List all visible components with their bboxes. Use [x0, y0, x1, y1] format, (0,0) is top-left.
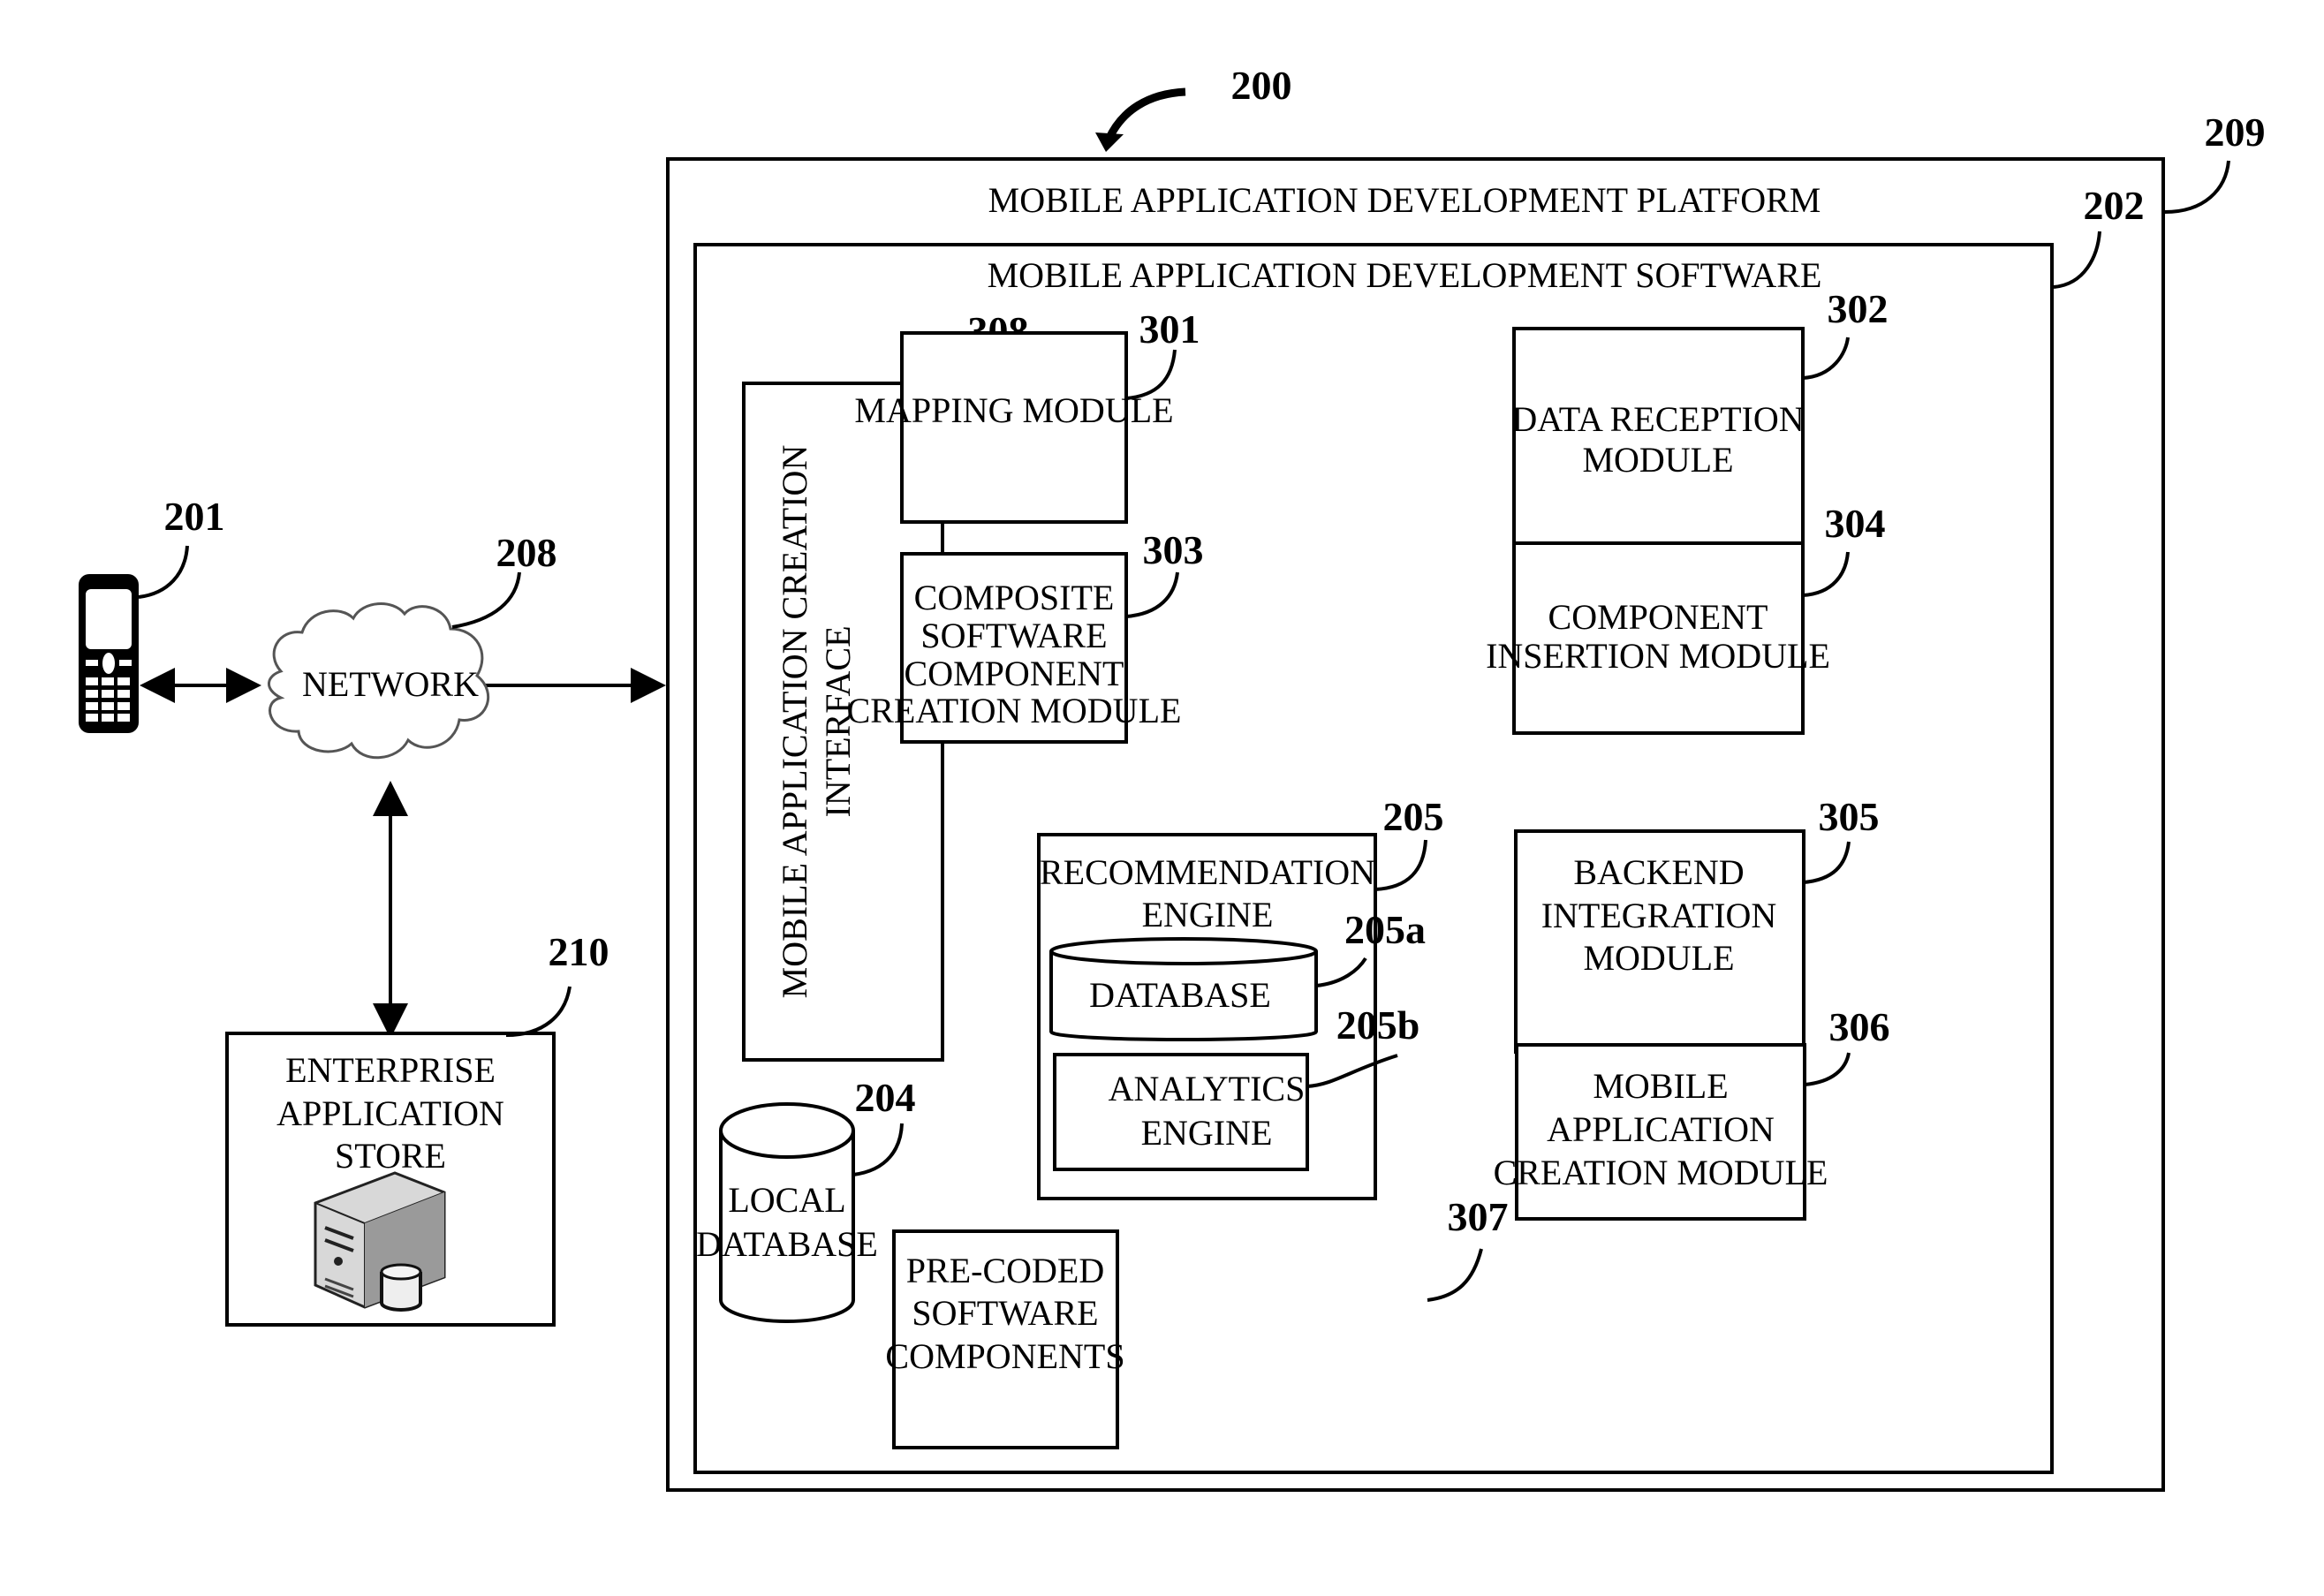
platform-label: MOBILE APPLICATION DEVELOPMENT PLATFORM: [988, 180, 1821, 220]
composite-line-3: COMPONENT: [905, 654, 1124, 693]
network-ref: 208: [496, 530, 557, 575]
component-insertion-line-1: COMPONENT: [1548, 597, 1768, 637]
composite-line-4: CREATION MODULE: [847, 691, 1182, 730]
enterprise-app-store[interactable]: ENTERPRISE APPLICATION STORE 210: [225, 929, 609, 1327]
system-diagram: 200 MOBILE APPLICATION DEVELOPMENT PLATF…: [79, 63, 2266, 1492]
local-db-line-1: LOCAL: [728, 1180, 845, 1220]
network-cloud[interactable]: NETWORK 208: [268, 530, 557, 760]
store-line-2: APPLICATION: [276, 1093, 504, 1133]
mobile-app-creation-line-3: CREATION MODULE: [1494, 1153, 1828, 1192]
figure-pointer-arrow-icon: [1104, 87, 1186, 141]
backend-line-3: MODULE: [1583, 938, 1734, 978]
analytics-ref: 205b: [1336, 1002, 1420, 1048]
software-ref: 202: [2084, 183, 2145, 228]
precoded-line-1: PRE-CODED: [906, 1251, 1104, 1290]
data-reception-ref: 302: [1828, 286, 1889, 331]
local-db-line-2: DATABASE: [696, 1224, 878, 1264]
data-reception-line-1: DATA RECEPTION: [1511, 399, 1804, 439]
backend-ref: 305: [1819, 794, 1880, 839]
store-ref: 210: [549, 929, 609, 974]
mobile-device[interactable]: 201: [79, 494, 225, 733]
backend-line-2: INTEGRATION: [1541, 896, 1777, 935]
local-db-ref: 204: [855, 1075, 916, 1120]
precoded-line-2: SOFTWARE: [912, 1293, 1098, 1333]
store-line-1: ENTERPRISE: [285, 1050, 496, 1090]
rec-database-ref: 205a: [1344, 907, 1426, 952]
component-insertion-line-2: INSERTION MODULE: [1486, 636, 1830, 676]
component-insertion-ref: 304: [1825, 501, 1886, 546]
composite-ref: 303: [1143, 527, 1204, 572]
network-label: NETWORK: [302, 664, 479, 704]
recommendation-line-2: ENGINE: [1142, 895, 1274, 934]
analytics-line-1: ANALYTICS: [1109, 1069, 1306, 1108]
analytics-line-2: ENGINE: [1141, 1113, 1273, 1153]
figure-ref-label: 200: [1231, 63, 1292, 108]
rec-database-line-1: DATABASE: [1089, 975, 1271, 1015]
mobile-app-creation-line-2: APPLICATION: [1547, 1109, 1775, 1149]
precoded-line-3: COMPONENTS: [885, 1336, 1124, 1376]
mapping-ref: 301: [1139, 306, 1200, 352]
store-line-3: STORE: [335, 1136, 446, 1176]
recommendation-ref: 205: [1383, 794, 1444, 839]
software-label: MOBILE APPLICATION DEVELOPMENT SOFTWARE: [988, 255, 1822, 295]
mobile-phone-icon: [79, 574, 139, 733]
precoded-ref: 307: [1448, 1194, 1509, 1239]
mobile-app-creation-line-1: MOBILE: [1593, 1066, 1728, 1106]
device-ref: 201: [164, 494, 225, 539]
platform-ref: 209: [2205, 110, 2266, 155]
data-reception-line-2: MODULE: [1582, 440, 1733, 480]
mapping-line-1: MAPPING MODULE: [854, 390, 1173, 430]
recommendation-line-1: RECOMMENDATION: [1040, 852, 1375, 892]
composite-line-1: COMPOSITE: [914, 578, 1115, 617]
backend-line-1: BACKEND: [1573, 852, 1744, 892]
composite-line-2: SOFTWARE: [920, 616, 1107, 655]
interface-line-1: MOBILE APPLICATION CREATION: [775, 445, 814, 999]
mobile-app-creation-ref: 306: [1829, 1004, 1890, 1049]
figure-reference: 200: [1095, 63, 1292, 152]
